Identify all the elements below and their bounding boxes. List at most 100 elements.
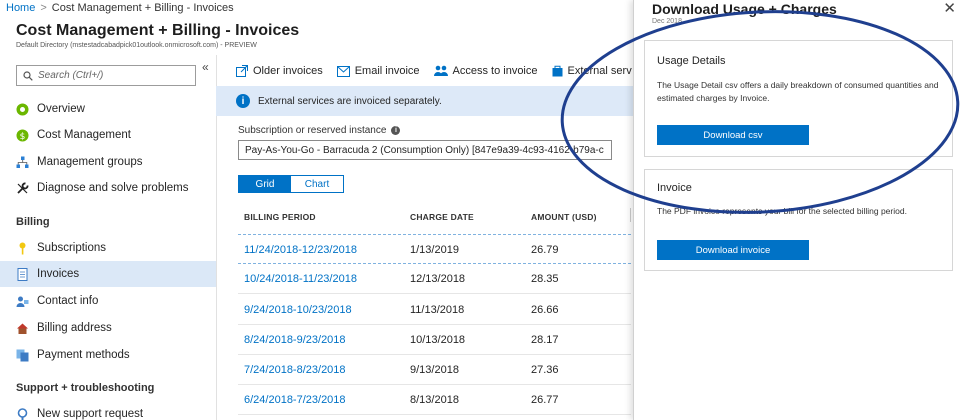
email-invoice-button[interactable]: Email invoice xyxy=(336,65,420,77)
nav-item-invoices[interactable]: Invoices xyxy=(0,261,216,287)
amount-cell: 28.17 xyxy=(531,334,559,346)
table-row[interactable]: 8/24/2018-9/23/2018 10/13/2018 28.17 xyxy=(238,325,631,355)
usage-details-title: Usage Details xyxy=(657,55,726,67)
download-panel: Download Usage + Charges Dec 2018 ✕ Usag… xyxy=(633,0,960,420)
charge-date-cell: 10/13/2018 xyxy=(410,334,466,346)
mail-icon xyxy=(336,65,350,77)
nav-item-billing-address[interactable]: Billing address xyxy=(0,315,216,341)
page-title: Cost Management + Billing - Invoices xyxy=(16,22,300,39)
nav-item-overview[interactable]: Overview xyxy=(0,96,216,122)
wrench-icon xyxy=(16,182,29,195)
info-tooltip-icon[interactable]: i xyxy=(391,126,401,135)
older-invoices-label: Older invoices xyxy=(253,65,323,77)
cost-management-icon: $ xyxy=(16,129,29,142)
overview-icon xyxy=(16,103,29,116)
column-divider xyxy=(630,208,631,222)
amount-cell: 27.36 xyxy=(531,364,559,376)
external-link-icon xyxy=(236,65,248,77)
info-banner-text: External services are invoiced separatel… xyxy=(258,95,442,107)
panel-title: Download Usage + Charges xyxy=(652,1,837,17)
invoice-card-description: The PDF invoice represents your bill for… xyxy=(657,206,907,216)
download-invoice-button[interactable]: Download invoice xyxy=(657,240,809,260)
charge-date-cell: 9/13/2018 xyxy=(410,364,459,376)
breadcrumb-current: Cost Management + Billing - Invoices xyxy=(51,2,234,14)
billing-period-link[interactable]: 7/24/2018-8/23/2018 xyxy=(244,364,346,376)
contact-icon xyxy=(16,295,29,308)
amount-cell: 26.79 xyxy=(531,244,559,256)
usage-details-description: The Usage Detail csv offers a daily brea… xyxy=(657,80,939,103)
nav-item-label: Overview xyxy=(37,103,85,115)
search-input[interactable]: Search (Ctrl+/) xyxy=(16,65,196,86)
billing-period-link[interactable]: 11/24/2018-12/23/2018 xyxy=(244,244,357,256)
search-icon xyxy=(23,70,33,81)
breadcrumb-home-link[interactable]: Home xyxy=(6,2,35,14)
invoice-card: Invoice The PDF invoice represents your … xyxy=(644,169,953,271)
panel-subtitle: Dec 2018 xyxy=(652,18,682,25)
key-icon xyxy=(16,242,29,255)
page-subtitle: Default Directory (mstestadcabadpick01ou… xyxy=(16,42,257,49)
nav-item-new-support-request[interactable]: New support request xyxy=(0,401,216,420)
search-placeholder: Search (Ctrl+/) xyxy=(38,70,104,81)
nav-item-label: New support request xyxy=(37,408,144,420)
table-row[interactable]: 7/24/2018-8/23/2018 9/13/2018 27.36 xyxy=(238,355,631,385)
collapse-menu-icon[interactable]: « xyxy=(202,60,209,74)
amount-cell: 28.35 xyxy=(531,273,559,285)
older-invoices-button[interactable]: Older invoices xyxy=(236,65,323,77)
nav-item-diagnose[interactable]: Diagnose and solve problems xyxy=(0,175,216,201)
nav-item-label: Management groups xyxy=(37,156,143,168)
grid-tab[interactable]: Grid xyxy=(239,176,291,192)
people-icon xyxy=(433,65,448,76)
nav-item-label: Cost Management xyxy=(37,129,131,141)
nav-item-label: Invoices xyxy=(37,268,80,280)
subscription-select[interactable]: Pay-As-You-Go - Barracuda 2 (Consumption… xyxy=(238,140,612,160)
nav-item-contact-info[interactable]: Contact info xyxy=(0,288,216,314)
close-icon[interactable]: ✕ xyxy=(943,0,956,17)
chart-tab[interactable]: Chart xyxy=(291,176,343,192)
table-row[interactable]: 10/24/2018-11/23/2018 12/13/2018 28.35 xyxy=(238,264,631,294)
billing-period-link[interactable]: 9/24/2018-10/23/2018 xyxy=(244,304,352,316)
external-services-button[interactable]: External services xyxy=(552,65,632,77)
house-icon xyxy=(16,322,29,335)
access-to-invoice-button[interactable]: Access to invoice xyxy=(433,65,538,77)
column-header-charge-date[interactable]: CHARGE DATE xyxy=(410,212,474,222)
info-icon: i xyxy=(236,94,250,108)
nav-item-label: Subscriptions xyxy=(37,242,107,254)
billing-period-link[interactable]: 8/24/2018-9/23/2018 xyxy=(244,334,346,346)
billing-period-link[interactable]: 6/24/2018-7/23/2018 xyxy=(244,394,346,406)
payment-icon xyxy=(16,349,29,362)
subscription-select-value: Pay-As-You-Go - Barracuda 2 (Consumption… xyxy=(245,144,604,156)
nav-item-subscriptions[interactable]: Subscriptions xyxy=(0,235,216,261)
column-header-billing-period[interactable]: BILLING PERIOD xyxy=(244,212,316,222)
nav-item-label: Billing address xyxy=(37,322,112,334)
nav-section-support: Support + troubleshooting xyxy=(16,382,155,394)
bag-icon xyxy=(552,65,562,77)
table-row[interactable]: 11/24/2018-12/23/2018 1/13/2019 26.79 xyxy=(238,234,631,264)
nav-item-payment-methods[interactable]: Payment methods xyxy=(0,342,216,368)
invoice-card-title: Invoice xyxy=(657,182,692,194)
charge-date-cell: 11/13/2018 xyxy=(410,304,465,316)
nav-item-cost-management[interactable]: $ Cost Management xyxy=(0,122,216,148)
command-bar: Older invoices Email invoice Access to i… xyxy=(236,62,632,80)
access-to-invoice-label: Access to invoice xyxy=(452,65,538,77)
amount-cell: 26.77 xyxy=(531,394,559,406)
table-row[interactable]: 6/24/2018-7/23/2018 8/13/2018 26.77 xyxy=(238,385,631,415)
nav-item-label: Payment methods xyxy=(37,349,130,361)
column-header-amount[interactable]: AMOUNT (USD) xyxy=(531,212,597,222)
svg-text:$: $ xyxy=(20,132,26,142)
nav-item-label: Diagnose and solve problems xyxy=(37,182,189,194)
billing-period-link[interactable]: 10/24/2018-11/23/2018 xyxy=(244,273,357,285)
subscription-label-text: Subscription or reserved instance xyxy=(238,125,387,136)
table-row[interactable]: 9/24/2018-10/23/2018 11/13/2018 26.66 xyxy=(238,295,631,325)
download-csv-button[interactable]: Download csv xyxy=(657,125,809,145)
charge-date-cell: 8/13/2018 xyxy=(410,394,459,406)
subscription-label: Subscription or reserved instance i xyxy=(238,125,401,136)
view-toggle: Grid Chart xyxy=(238,175,344,193)
charge-date-cell: 12/13/2018 xyxy=(410,273,466,285)
management-groups-icon xyxy=(16,156,29,169)
email-invoice-label: Email invoice xyxy=(354,65,420,77)
breadcrumb: Home > Cost Management + Billing - Invoice… xyxy=(6,2,234,14)
amount-cell: 26.66 xyxy=(531,304,559,316)
usage-details-card: Usage Details The Usage Detail csv offer… xyxy=(644,40,953,157)
support-icon xyxy=(16,407,29,420)
nav-item-management-groups[interactable]: Management groups xyxy=(0,149,216,175)
